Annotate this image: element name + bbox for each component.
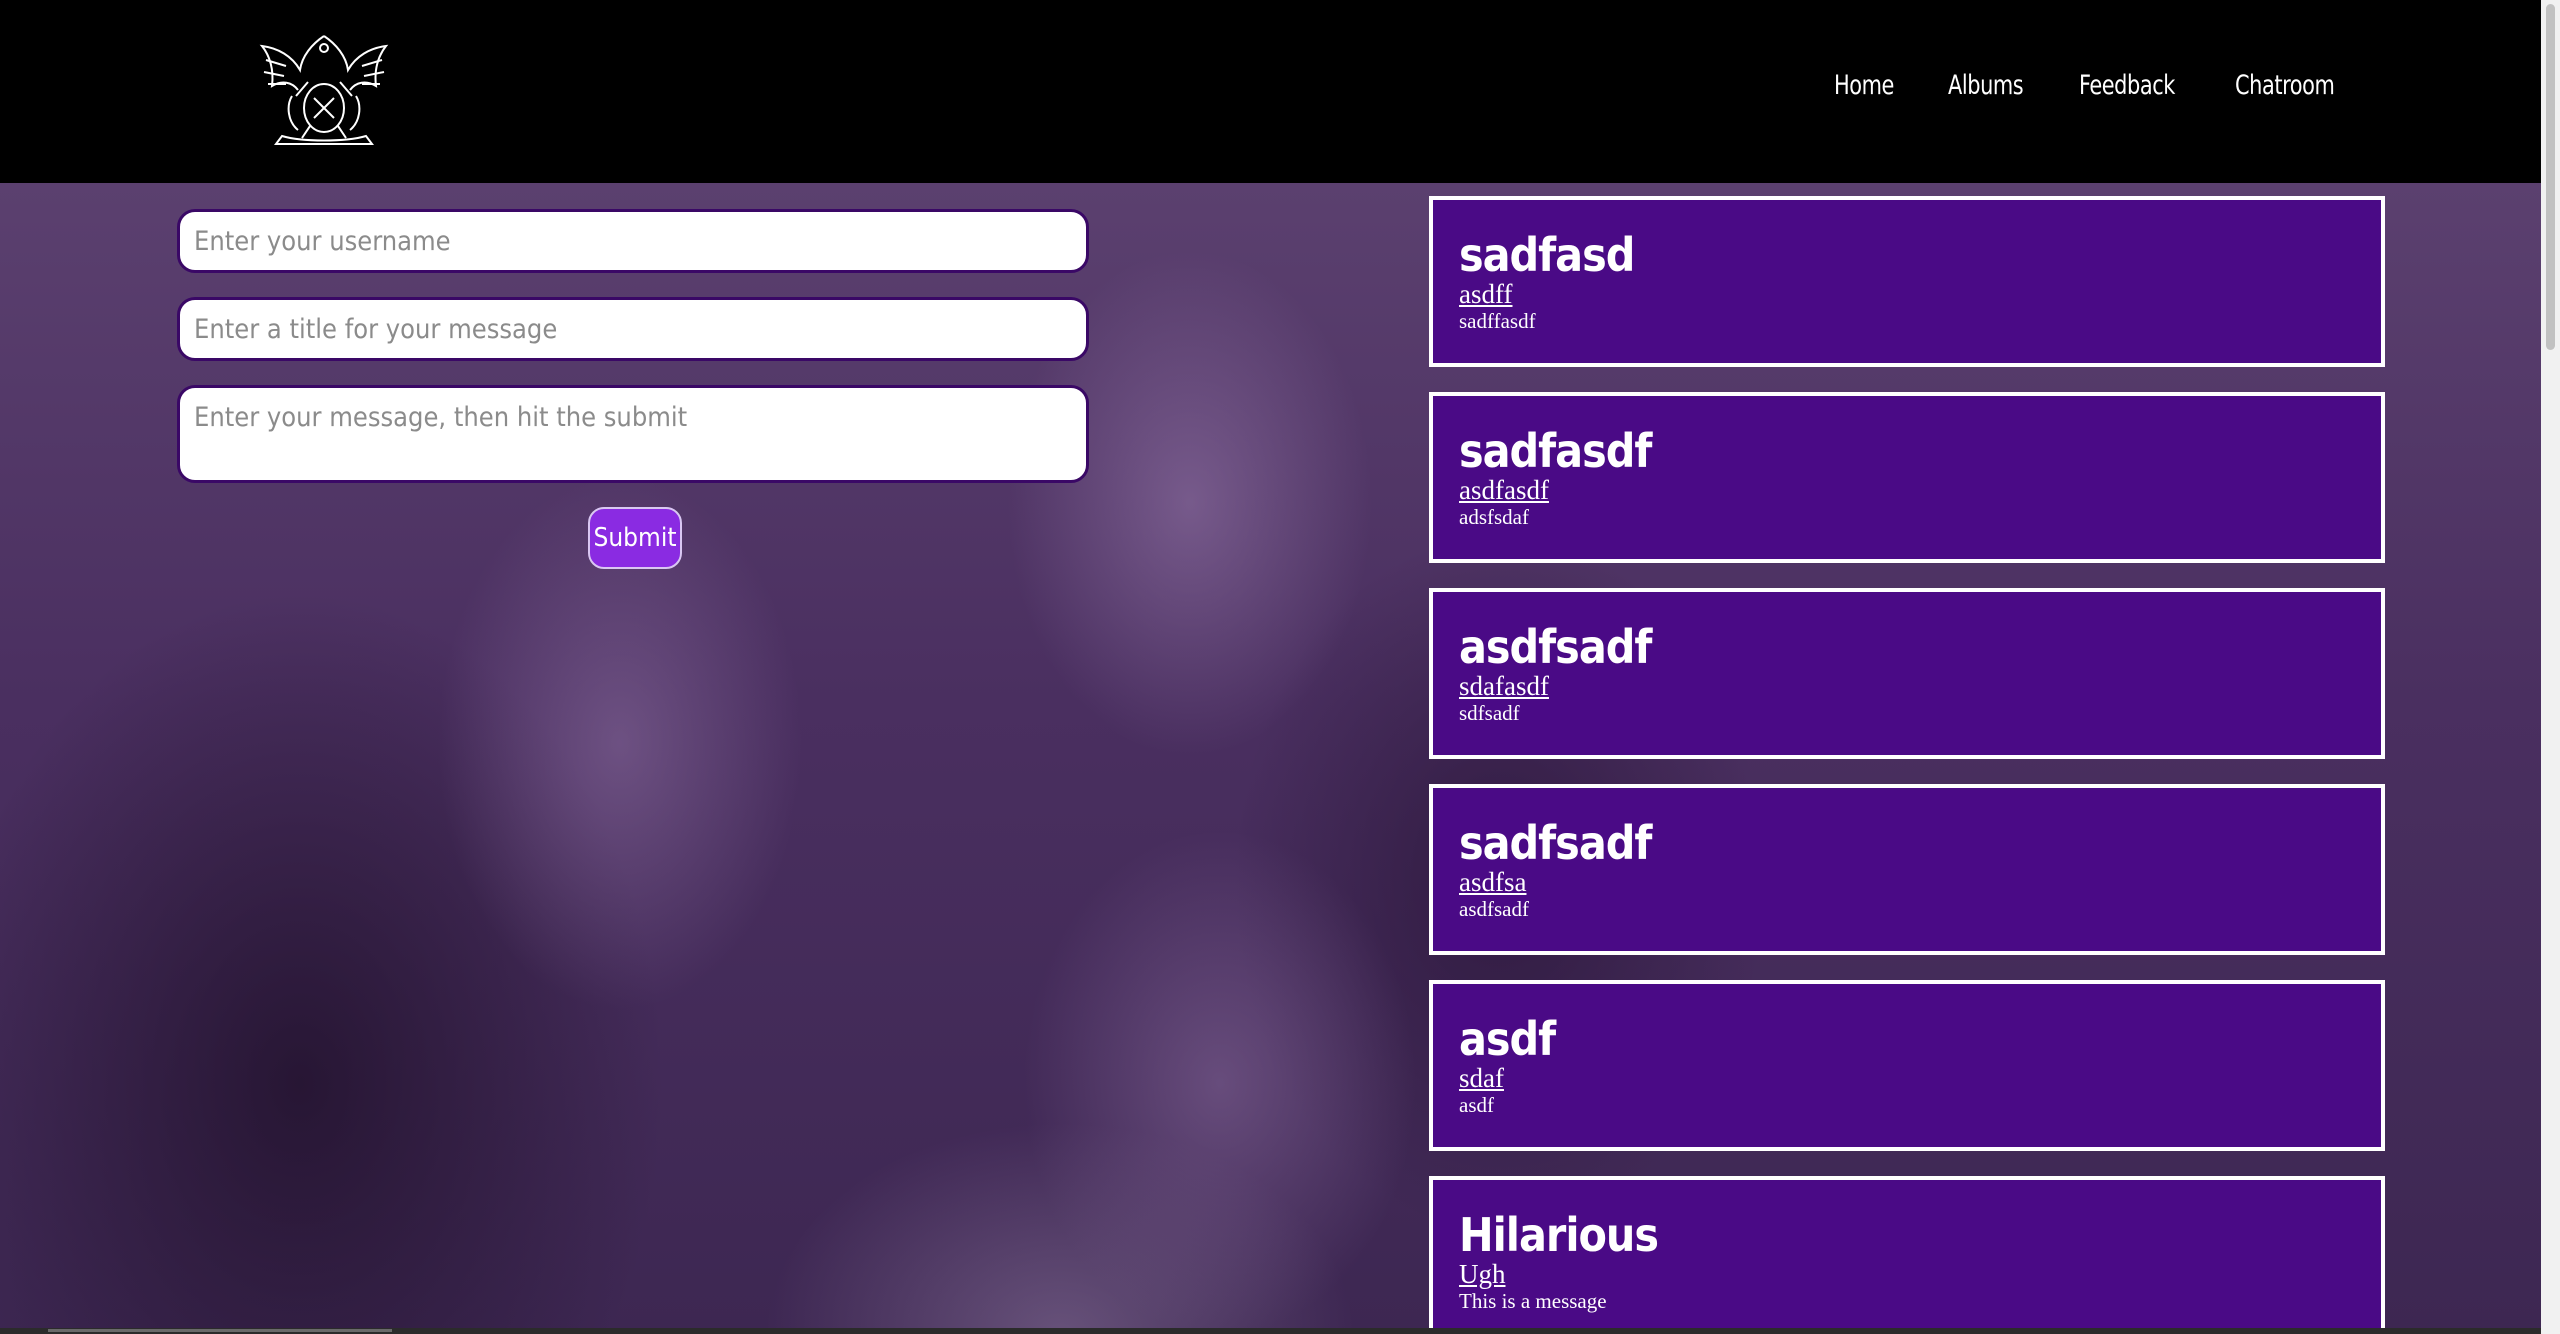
main-nav: Home Albums Feedback Chatroom	[1834, 70, 2394, 114]
message-body: This is a message	[1459, 1289, 1607, 1313]
vertical-scrollbar[interactable]	[2541, 0, 2560, 1334]
message-author-link[interactable]: sdaf	[1459, 1064, 1504, 1092]
nav-chatroom-link[interactable]: Chatroom	[2235, 70, 2335, 114]
message-body: sdfsadf	[1459, 701, 1520, 725]
nav-feedback-link[interactable]: Feedback	[2079, 70, 2175, 114]
message-body: asdf	[1459, 1093, 1494, 1117]
message-author-link[interactable]: Ugh	[1459, 1260, 1506, 1288]
nav-albums-link[interactable]: Albums	[1948, 70, 2024, 114]
message-author-link[interactable]: asdff	[1459, 280, 1513, 308]
message-body: sadffasdf	[1459, 309, 1536, 333]
submit-button[interactable]: Submit	[588, 507, 682, 569]
message-body: adsfsdaf	[1459, 505, 1529, 529]
message-body-textarea[interactable]	[177, 385, 1089, 483]
nav-home-link[interactable]: Home	[1834, 70, 1894, 114]
message-title: sadfasdf	[1459, 424, 1652, 478]
message-card: sadfsadf asdfsa asdfsadf	[1429, 784, 2385, 955]
message-card: asdfsadf sdafasdf sdfsadf	[1429, 588, 2385, 759]
horizontal-scrollbar-thumb[interactable]	[48, 1329, 392, 1332]
message-card: sadfasdf asdfasdf adsfsdaf	[1429, 392, 2385, 563]
vertical-scrollbar-thumb[interactable]	[2546, 4, 2555, 350]
message-body: asdfsadf	[1459, 897, 1529, 921]
message-card: Hilarious Ugh This is a message	[1429, 1176, 2385, 1334]
message-title-input[interactable]	[177, 297, 1089, 361]
message-title: Hilarious	[1459, 1208, 1659, 1262]
message-title: asdfsadf	[1459, 620, 1652, 674]
username-input[interactable]	[177, 209, 1089, 273]
message-author-link[interactable]: asdfasdf	[1459, 476, 1549, 504]
message-title: sadfasd	[1459, 228, 1635, 282]
message-title: sadfsadf	[1459, 816, 1652, 870]
queen-crest-logo-icon[interactable]	[252, 26, 396, 148]
message-author-link[interactable]: sdafasdf	[1459, 672, 1549, 700]
message-card: asdf sdaf asdf	[1429, 980, 2385, 1151]
message-card: sadfasd asdff sadffasdf	[1429, 196, 2385, 367]
top-navbar: Home Albums Feedback Chatroom	[0, 0, 2541, 183]
message-title: asdf	[1459, 1012, 1556, 1066]
message-author-link[interactable]: asdfsa	[1459, 868, 1526, 896]
